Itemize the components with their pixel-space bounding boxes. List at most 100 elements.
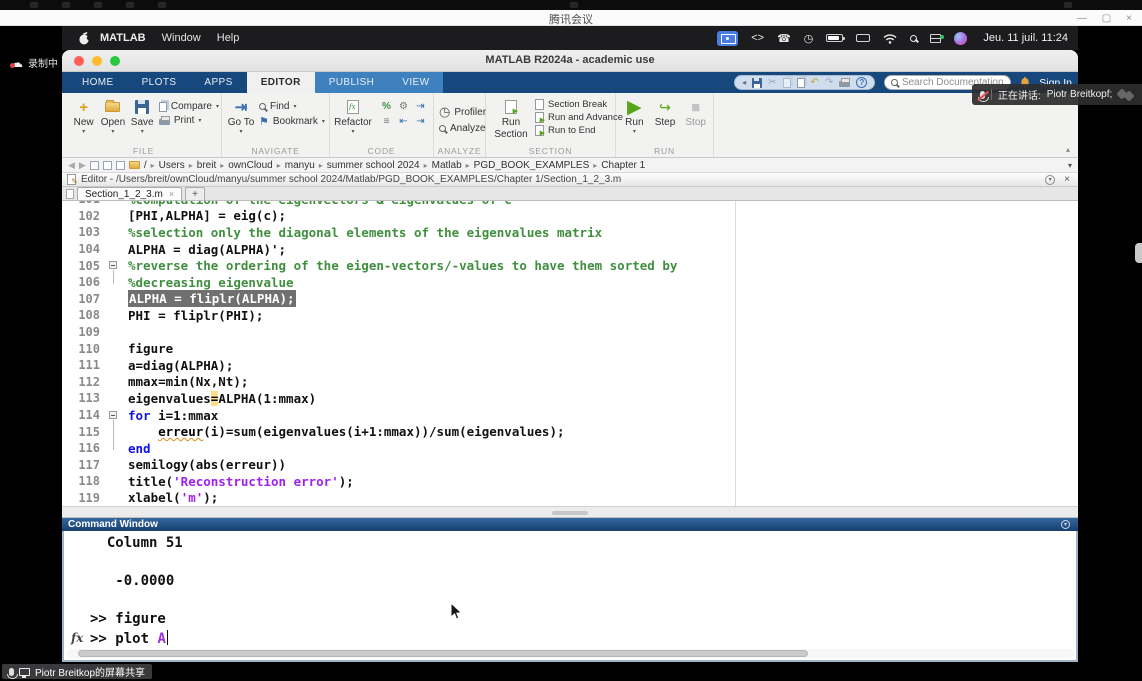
paste-icon[interactable] [797,78,805,88]
current-folder-icon[interactable] [129,161,140,169]
breadcrumb-segment[interactable]: Users [159,160,185,171]
undo-icon[interactable]: ↶ [811,78,819,88]
run-to-end-button[interactable]: ▶ Run to End [535,125,623,136]
run-button[interactable]: ▶ Run ▾ [619,96,650,135]
spotlight-search-icon[interactable] [910,35,917,42]
run-section-button[interactable]: ▶ Run Section [489,96,533,140]
wifi-icon[interactable] [883,33,897,44]
tab-close-icon[interactable]: × [169,189,174,199]
analyze-button[interactable]: Analyze [439,123,486,134]
code-brackets-icon[interactable]: <> [751,32,764,44]
refactor-button[interactable]: fx Refactor ▾ [333,96,373,135]
code-editor[interactable]: 101%computation of the eigenvectors & ei… [62,201,1078,506]
quick-access-toolbar: ◂ ✂ ↶ ↷ ? [734,75,875,90]
breadcrumb-segment[interactable]: ownCloud [228,160,272,171]
toolstrip-tab-editor[interactable]: EDITOR [247,72,315,93]
breadcrumb-segment[interactable]: Matlab [432,160,462,171]
save-quick-icon[interactable] [752,78,762,88]
speaker-name: Piotr Breitkopf; [1047,89,1113,100]
breadcrumb-dropdown-icon[interactable]: ▾ [1068,161,1072,170]
toolstrip-tab-apps[interactable]: APPS [190,72,246,93]
breadcrumb-segment[interactable]: summer school 2024 [327,160,420,171]
indent-left-icon[interactable]: ⇤ [396,115,411,128]
breadcrumb-segment[interactable]: PGD_BOOK_EXAMPLES [474,160,590,171]
step-button[interactable]: ↪ Step [650,96,681,128]
quick-access-collapse-icon[interactable]: ◂ [742,78,746,87]
menubar-clock[interactable]: Jeu. 11 juil. 11:24 [983,32,1068,44]
profiler-button[interactable]: ◷ Profiler [439,104,486,120]
code-token: xlabel( [128,490,181,505]
command-text: Column 51 [90,535,183,551]
breadcrumb-segment[interactable]: Chapter 1 [601,160,645,171]
smart-indent-icon[interactable]: ≡ [379,115,394,128]
new-button[interactable]: + New ▾ [69,96,98,135]
line-number: 108 [62,308,100,322]
stop-button[interactable]: ■ Stop [680,96,711,128]
maximize-button[interactable]: ▢ [1102,13,1111,24]
menu-matlab[interactable]: MATLAB [100,32,146,44]
screen-share-icon[interactable] [717,31,738,46]
indent-right-icon[interactable]: ⇥ [413,115,428,128]
back-icon[interactable]: ◀ [68,160,75,171]
wrap-comments-icon[interactable]: ⇥ [413,100,428,113]
code-text: for i=1:mmax [128,408,218,423]
section-break-button[interactable]: Section Break [535,99,623,110]
command-window-actions-icon[interactable]: ▾ [1061,520,1070,529]
splitter-handle-icon[interactable] [552,511,588,515]
panel-splitter[interactable] [62,506,1078,518]
ribbon-collapse-icon[interactable]: ▴ [1066,145,1070,154]
editor-actions-icon[interactable]: ▾ [1045,175,1055,185]
horizontal-scrollbar[interactable] [66,649,1074,658]
open-button[interactable]: Open ▾ [98,96,127,135]
find-button[interactable]: Find ▾ [259,101,325,112]
breadcrumb-segment[interactable]: breit [197,160,216,171]
editor-close-icon[interactable]: × [1064,174,1070,185]
keyboard-icon[interactable] [856,34,870,42]
redo-icon[interactable]: ↷ [825,78,833,88]
fold-column [100,257,128,274]
breadcrumb-segment[interactable]: / [144,160,147,171]
scrollbar-thumb[interactable] [78,650,808,657]
document-list-icon[interactable] [66,189,74,199]
menu-window[interactable]: Window [162,32,201,44]
command-window-header[interactable]: Command Window ▾ [62,518,1078,531]
menu-help[interactable]: Help [217,32,240,44]
goto-button[interactable]: ⇥ Go To ▾ [225,96,257,135]
minimize-button[interactable]: — [1077,13,1087,24]
close-button[interactable]: × [1126,13,1132,24]
up-one-level-icon[interactable] [103,161,112,170]
fold-toggle-icon[interactable] [109,261,117,269]
code-text: PHI = fliplr(PHI); [128,308,263,323]
toolstrip-tab-home[interactable]: HOME [68,72,128,93]
comment-icon[interactable]: % [379,100,394,113]
phone-icon[interactable]: ☎ [777,32,791,45]
command-window[interactable]: Column 51 -0.0000>> figurefx>> plot A [62,531,1078,662]
run-and-advance-button[interactable]: ▶ Run and Advance [535,112,623,123]
breadcrumb-segment[interactable]: manyu [285,160,315,171]
help-icon[interactable]: ? [856,77,867,88]
cut-icon[interactable]: ✂ [768,78,776,88]
save-button[interactable]: Save ▾ [128,96,157,135]
tab-section-1-2-3[interactable]: Section_1_2_3.m × [77,187,182,200]
toolstrip-tab-plots[interactable]: PLOTS [128,72,191,93]
apple-icon[interactable] [78,31,90,45]
meeting-titlebar: 腾讯会议 — ▢ × [0,10,1142,26]
clock-icon[interactable]: ◷ [804,32,814,45]
copy-icon[interactable] [783,78,791,88]
toolstrip-tab-view[interactable]: VIEW [388,72,443,93]
print-button[interactable]: Print ▾ [159,115,219,126]
compare-button[interactable]: Compare ▾ [159,101,219,112]
new-tab-button[interactable]: + [185,187,205,200]
fold-toggle-icon[interactable] [109,411,117,419]
fix-code-icon[interactable]: ⚙ [396,100,411,113]
server-status-icon[interactable] [930,34,941,43]
toolstrip-tab-publish[interactable]: PUBLISH [315,72,389,93]
bookmark-button[interactable]: ⚑ Bookmark ▾ [259,115,325,128]
forward-icon[interactable]: ▶ [79,160,86,171]
browse-icon[interactable] [116,161,125,170]
siri-icon[interactable] [954,32,967,45]
new-folder-icon[interactable] [90,161,99,170]
print-quick-icon[interactable] [839,81,850,87]
sidebar-collapse-handle[interactable] [1135,243,1142,263]
battery-icon[interactable] [826,34,843,42]
